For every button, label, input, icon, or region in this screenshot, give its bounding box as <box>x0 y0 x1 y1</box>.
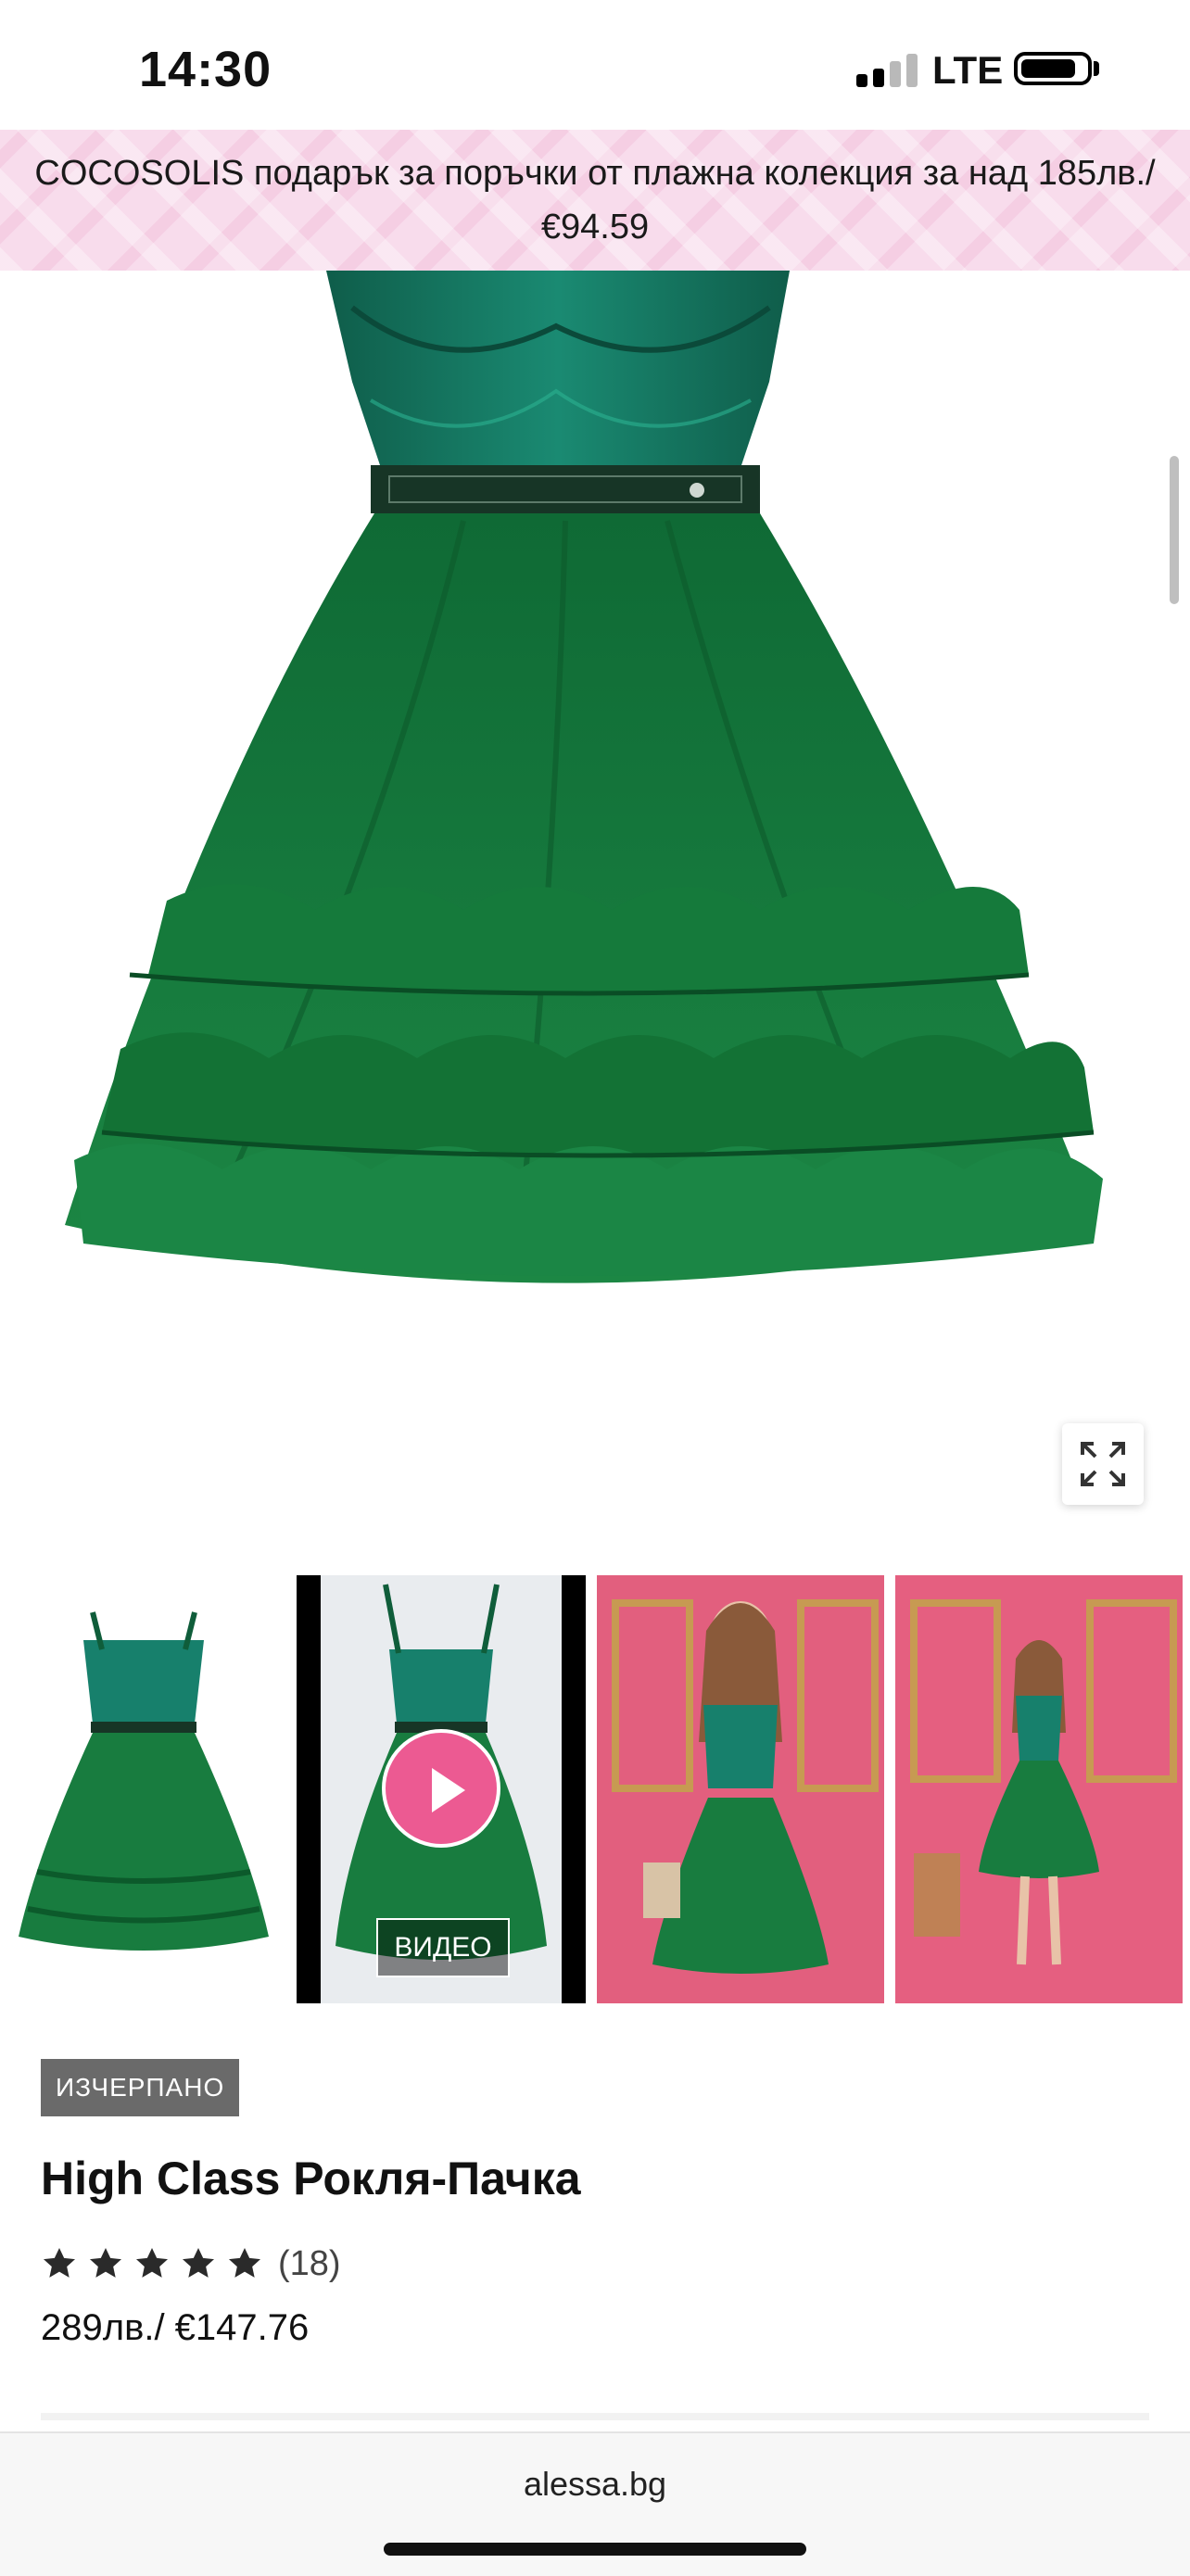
product-price: 289лв./ €147.76 <box>41 2307 310 2348</box>
url-text[interactable]: alessa.bg <box>0 2465 1190 2504</box>
video-label: ВИДЕО <box>376 1918 510 1977</box>
product-title: High Class Рокля-Пачка <box>41 2153 581 2204</box>
play-icon[interactable] <box>382 1729 500 1848</box>
scrollbar[interactable] <box>1170 456 1179 604</box>
thumbnail-4[interactable] <box>895 1575 1183 2003</box>
status-bar: 14:30 LTE <box>0 0 1190 130</box>
thumbnail-strip: ВИДЕО <box>0 1575 1190 2003</box>
status-time: 14:30 <box>139 42 272 97</box>
thumbnail-video[interactable]: ВИДЕО <box>297 1575 586 2003</box>
star-icon <box>136 2248 168 2278</box>
promo-text: COCOSOLIS подарък за поръчки от плажна к… <box>34 154 1156 246</box>
battery-tip <box>1094 61 1099 76</box>
main-product-image[interactable] <box>0 271 1190 1549</box>
section-divider <box>41 2413 1149 2420</box>
review-count[interactable]: (18) <box>278 2244 341 2284</box>
expand-icon[interactable] <box>1062 1423 1144 1505</box>
signal-icon <box>856 54 918 87</box>
product-rating[interactable]: (18) <box>41 2241 341 2287</box>
thumbnail-3[interactable] <box>597 1575 884 2003</box>
star-icon <box>44 2248 75 2278</box>
star-icon <box>229 2248 260 2278</box>
star-icon <box>183 2248 214 2278</box>
promo-banner[interactable]: COCOSOLIS подарък за поръчки от плажна к… <box>0 130 1190 271</box>
battery-icon <box>1014 52 1092 85</box>
star-icon <box>90 2248 121 2278</box>
home-indicator[interactable] <box>384 2543 806 2556</box>
network-type: LTE <box>932 48 1004 92</box>
thumbnail-1[interactable] <box>0 1575 287 2003</box>
browser-url-bar[interactable]: alessa.bg <box>0 2431 1190 2576</box>
out-of-stock-badge: ИЗЧЕРПАНО <box>41 2059 240 2116</box>
